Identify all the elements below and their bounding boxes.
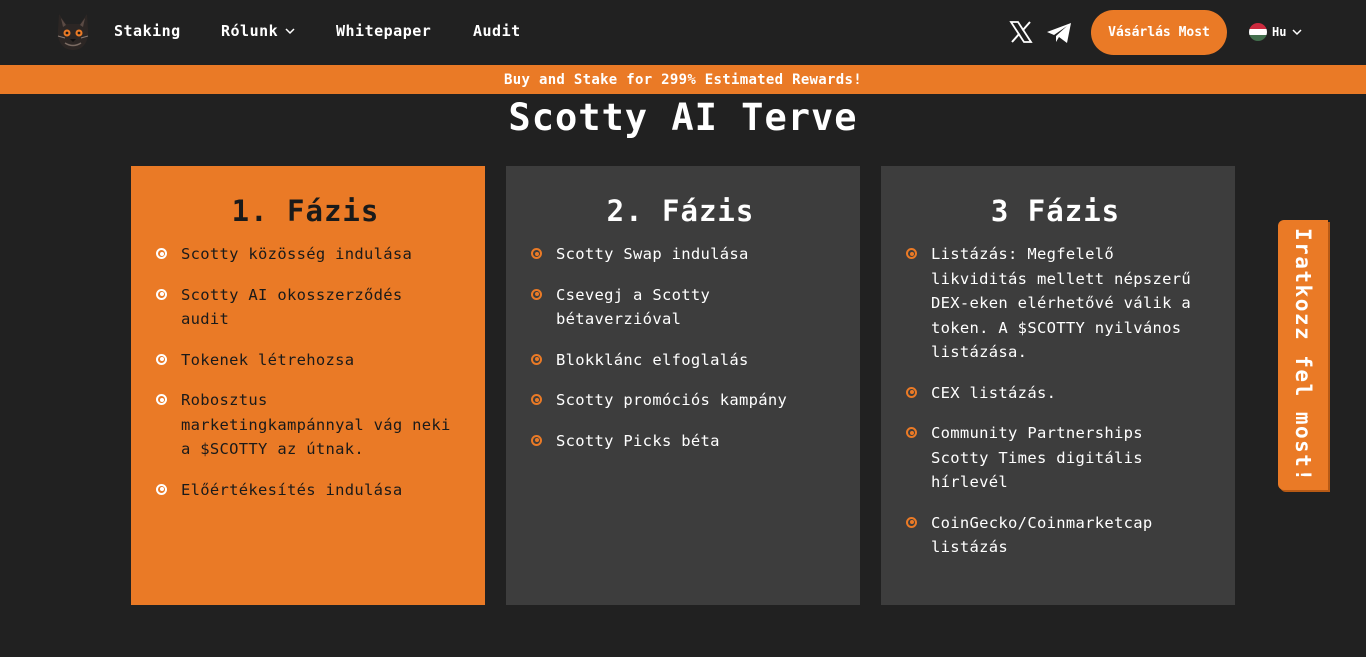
bullet-icon [531, 248, 542, 259]
nav-link-label: Whitepaper [336, 22, 432, 40]
x-icon[interactable] [1009, 20, 1033, 44]
list-item-text: Scotty Picks béta [556, 431, 720, 450]
bullet-icon [531, 434, 542, 446]
list-item: Blokklánc elfoglalás [531, 348, 830, 373]
list-item: CEX listázás. [906, 381, 1205, 406]
list-item: Community Partnerships Scotty Times digi… [906, 421, 1205, 495]
navbar: Staking Rólunk Whitepaper Audit Vásárlás… [0, 0, 1366, 65]
promo-banner[interactable]: Buy and Stake for 299% Estimated Rewards… [0, 65, 1366, 94]
bullet-icon [531, 353, 542, 365]
chevron-down-icon [1292, 29, 1302, 36]
nav-link-label: Staking [114, 22, 181, 40]
bullet-icon [906, 248, 917, 259]
phase-list: Scotty közösség indulása Scotty AI okoss… [156, 242, 455, 502]
nav-link-label: Audit [473, 22, 521, 40]
nav-link-whitepaper[interactable]: Whitepaper [336, 22, 431, 40]
list-item: Robosztus marketingkampánnyal vág neki a… [156, 388, 455, 462]
list-item-text: Robosztus marketingkampánnyal vág neki a… [181, 391, 451, 458]
nav-link-rolunk[interactable]: Rólunk [221, 22, 296, 40]
list-item: Csevegj a Scotty bétaverzióval [531, 283, 830, 332]
phase-list: Listázás: Megfelelő likviditás mellett n… [906, 242, 1205, 560]
bullet-icon [906, 516, 917, 528]
phase-title: 2. Fázis [606, 194, 755, 228]
phase-card-2: 2. Fázis Scotty Swap indulása Csevegj a … [506, 166, 860, 605]
bullet-icon [156, 248, 167, 259]
telegram-icon[interactable] [1046, 21, 1072, 45]
list-item: CoinGecko/Coinmarketcap listázás [906, 511, 1205, 560]
list-item: Tokenek létrehozsa [156, 348, 455, 373]
list-item-text: Tokenek létrehozsa [181, 350, 355, 369]
language-selector[interactable]: Hu [1249, 23, 1303, 41]
bullet-icon [906, 386, 917, 398]
list-item-text: Scotty promóciós kampány [556, 391, 788, 409]
phase-title: 3 Fázis [990, 194, 1121, 228]
list-item-text: Scotty Swap indulása [556, 245, 749, 263]
list-item-text: Scotty közösség indulása [181, 245, 413, 263]
list-item: Scotty Picks béta [531, 429, 830, 454]
list-item-text: Community Partnerships Scotty Times digi… [931, 424, 1143, 491]
phase-list: Scotty Swap indulása Csevegj a Scotty bé… [531, 242, 830, 453]
list-item: Előértékesítés indulása [156, 478, 455, 503]
list-item-text: Scotty AI okosszerződés audit [181, 285, 403, 329]
bullet-icon [156, 394, 167, 405]
signup-label: Iratkozz fel most! [1291, 227, 1315, 483]
list-item: Scotty közösség indulása [156, 242, 455, 267]
list-item: Scotty AI okosszerződés audit [156, 283, 455, 332]
bullet-icon [531, 288, 542, 300]
phase-card-1: 1. Fázis Scotty közösség indulása Scotty… [131, 166, 485, 605]
nav-link-staking[interactable]: Staking [114, 22, 181, 40]
list-item-text: Előértékesítés indulása [181, 480, 403, 499]
list-item-text: Listázás: Megfelelő likviditás mellett n… [931, 245, 1192, 361]
bullet-icon [156, 483, 167, 495]
list-item-text: CEX listázás. [931, 383, 1057, 402]
list-item: Scotty Swap indulása [531, 242, 830, 267]
bullet-icon [531, 394, 542, 405]
list-item: Listázás: Megfelelő likviditás mellett n… [906, 242, 1205, 365]
list-item-text: CoinGecko/Coinmarketcap listázás [931, 513, 1153, 557]
list-item: Scotty promóciós kampány [531, 388, 830, 413]
signup-side-tab[interactable]: Iratkozz fel most! [1278, 220, 1328, 490]
phase-card-3: 3 Fázis Listázás: Megfelelő likviditás m… [881, 166, 1235, 605]
list-item-text: Csevegj a Scotty bétaverzióval [556, 285, 711, 329]
nav-link-label: Rólunk [221, 22, 279, 40]
phase-title: 1. Fázis [231, 194, 380, 228]
bullet-icon [906, 427, 917, 438]
buy-now-button[interactable]: Vásárlás Most [1091, 10, 1227, 55]
bullet-icon [156, 288, 167, 300]
hungary-flag-icon [1249, 23, 1267, 41]
bullet-icon [156, 353, 167, 365]
scotty-logo[interactable] [55, 12, 91, 52]
language-label: Hu [1272, 25, 1287, 39]
nav-link-audit[interactable]: Audit [473, 22, 521, 40]
chevron-down-icon [285, 28, 295, 35]
list-item-text: Blokklánc elfoglalás [556, 350, 749, 369]
page-title: Scotty AI Terve [508, 96, 858, 139]
